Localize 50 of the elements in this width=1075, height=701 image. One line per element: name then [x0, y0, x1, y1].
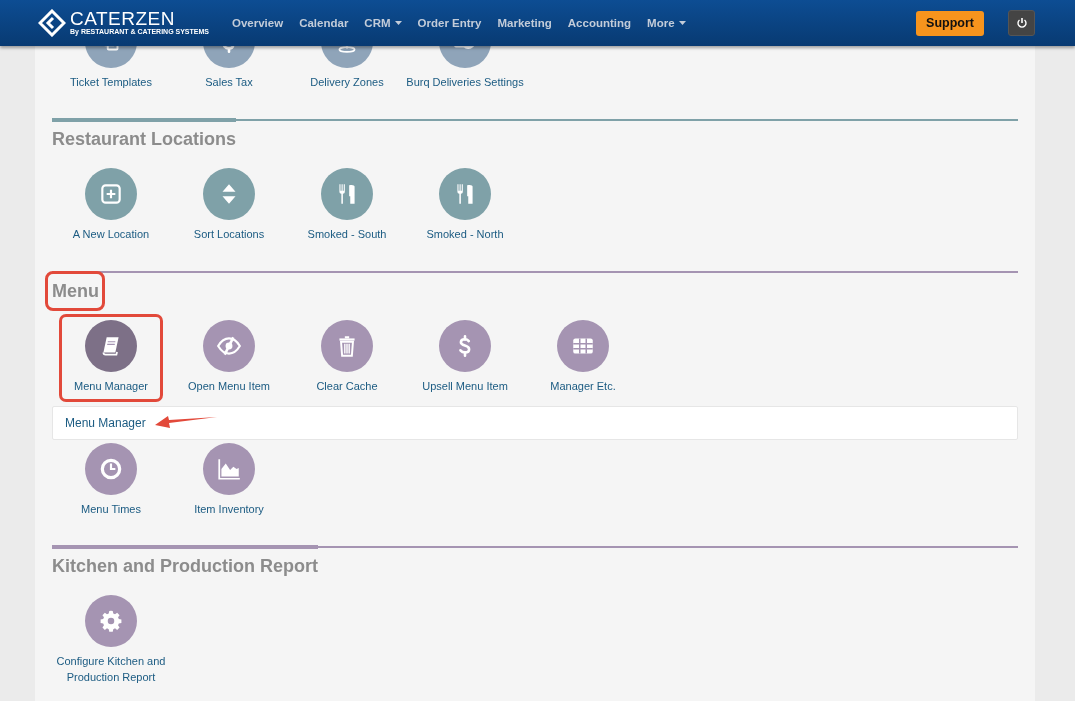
tile-label[interactable]: Item Inventory [194, 501, 264, 517]
tile-button[interactable] [203, 443, 255, 495]
nav-link[interactable]: Order Entry [409, 17, 490, 29]
support-button[interactable]: Support [916, 10, 984, 36]
tile-label[interactable]: Smoked - South [307, 226, 387, 242]
tile-button[interactable] [85, 320, 137, 372]
tile-label[interactable]: Ticket Templates [70, 74, 152, 90]
caret-icon [678, 21, 686, 25]
tile-label[interactable]: A New Location [72, 226, 150, 242]
tile-button[interactable] [439, 320, 491, 372]
power-button[interactable] [1008, 10, 1035, 36]
tile-button[interactable] [321, 168, 373, 220]
tile-label[interactable]: Smoked - North [426, 226, 504, 242]
tile-button[interactable] [321, 320, 373, 372]
caret-icon [394, 21, 402, 25]
brand-name: CATERZEN [70, 10, 176, 28]
tile-button[interactable] [203, 168, 255, 220]
tile-button[interactable] [203, 320, 255, 372]
tile-label[interactable]: Open Menu Item [188, 378, 270, 394]
submenu-link[interactable]: Menu Manager [65, 416, 146, 430]
nav-link[interactable]: CRM [356, 17, 410, 29]
tile-label[interactable]: Upsell Menu Item [422, 378, 508, 394]
tile-label[interactable]: Sales Tax [205, 74, 253, 90]
tile-button[interactable] [439, 168, 491, 220]
plus-square-icon [98, 181, 124, 207]
gear-icon [98, 608, 124, 634]
section-heading: Menu [52, 279, 99, 303]
tile-label[interactable]: Configure Kitchen and Production Report [52, 653, 170, 685]
tile-label[interactable]: Menu Times [81, 501, 141, 517]
tile-label[interactable]: Clear Cache [316, 378, 378, 394]
tile-label[interactable]: Manager Etc. [550, 378, 616, 394]
logo-icon [38, 9, 66, 37]
section-heading: Restaurant Locations [52, 128, 237, 151]
area-chart-icon [216, 456, 242, 482]
nav-link[interactable]: Marketing [489, 17, 560, 29]
clock-icon [98, 456, 124, 482]
tile-button[interactable] [557, 320, 609, 372]
nav-link[interactable]: More [639, 17, 694, 29]
nav-link[interactable]: Accounting [559, 17, 640, 29]
tile-label[interactable]: Delivery Zones [310, 74, 384, 90]
tile-label[interactable]: Menu Manager [74, 378, 148, 394]
tile-button[interactable] [85, 443, 137, 495]
nav-link[interactable]: Calendar [291, 17, 357, 29]
tile-button[interactable] [85, 595, 137, 647]
power-icon [1015, 17, 1028, 29]
section-heading: Kitchen and Production Report [52, 555, 318, 578]
tile-button[interactable] [85, 168, 137, 220]
tile-label[interactable]: Burq Deliveries Settings [406, 74, 524, 90]
nav-link[interactable]: Overview [224, 17, 292, 29]
tile-label[interactable]: Sort Locations [193, 226, 265, 242]
